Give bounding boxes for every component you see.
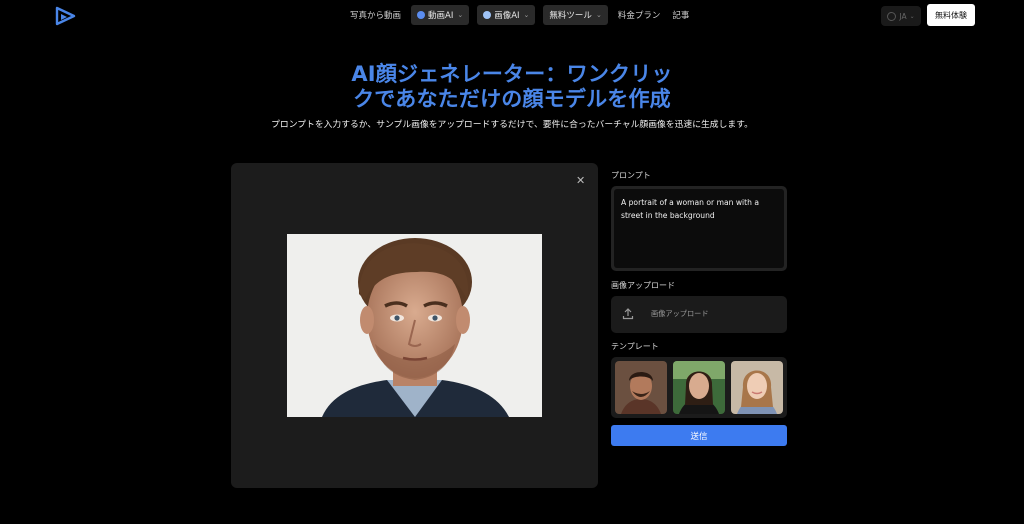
generated-face-image bbox=[287, 234, 542, 417]
upload-button-label: 画像アップロード bbox=[651, 309, 709, 318]
nav-menu: 写真から動画 動画AI ⌄ 画像AI ⌄ 無料ツール ⌄ 料金プラン 記事 bbox=[348, 5, 691, 25]
language-label: JA bbox=[899, 11, 907, 21]
nav-dropdown-free-tools[interactable]: 無料ツール ⌄ bbox=[543, 5, 608, 25]
top-nav: 写真から動画 動画AI ⌄ 画像AI ⌄ 無料ツール ⌄ 料金プラン 記事 JA… bbox=[0, 0, 1024, 32]
chevron-down-icon: ⌄ bbox=[523, 11, 530, 19]
nav-link-photo-to-video[interactable]: 写真から動画 bbox=[348, 9, 403, 21]
globe-icon bbox=[887, 11, 897, 21]
language-selector[interactable]: JA ⌄ bbox=[881, 6, 921, 26]
template-label: テンプレート bbox=[611, 342, 659, 351]
prompt-field-frame: A portrait of a woman or man with a stre… bbox=[611, 186, 787, 271]
image-icon bbox=[483, 11, 492, 19]
nav-dropdown-label: 動画AI bbox=[428, 11, 454, 21]
upload-icon bbox=[622, 308, 634, 320]
video-icon bbox=[417, 11, 426, 19]
nav-dropdown-label: 画像AI bbox=[494, 11, 520, 21]
play-logo-icon[interactable] bbox=[55, 6, 77, 26]
template-thumbnail-woman-dark[interactable] bbox=[673, 361, 725, 414]
nav-link-articles[interactable]: 記事 bbox=[670, 9, 691, 21]
chevron-down-icon: ⌄ bbox=[909, 12, 915, 20]
chevron-down-icon: ⌄ bbox=[457, 11, 464, 19]
image-upload-button[interactable]: 画像アップロード bbox=[611, 296, 787, 333]
close-icon[interactable]: ✕ bbox=[576, 174, 585, 187]
free-trial-button[interactable]: 無料体験 bbox=[927, 4, 975, 26]
upload-label: 画像アップロード bbox=[611, 281, 675, 290]
page-subtitle: プロンプトを入力するか、サンプル画像をアップロードするだけで、要件に合ったバーチ… bbox=[271, 120, 753, 130]
nav-dropdown-label: 無料ツール bbox=[549, 11, 592, 21]
nav-dropdown-image-ai[interactable]: 画像AI ⌄ bbox=[477, 5, 536, 25]
prompt-label: プロンプト bbox=[611, 171, 651, 180]
submit-button[interactable]: 送信 bbox=[611, 425, 787, 446]
page-title-line-2: クであなただけの顔モデルを作成 bbox=[353, 87, 671, 111]
page-title-line-1: AI顔ジェネレーター：ワンクリッ bbox=[351, 62, 673, 86]
page-title: AI顔ジェネレーター：ワンクリッ クであなただけの顔モデルを作成 bbox=[312, 62, 712, 112]
preview-panel: ✕ bbox=[231, 163, 598, 488]
nav-link-pricing[interactable]: 料金プラン bbox=[616, 9, 663, 21]
template-thumbnail-woman-light[interactable] bbox=[731, 361, 783, 414]
chevron-down-icon: ⌄ bbox=[595, 11, 602, 19]
nav-dropdown-video-ai[interactable]: 動画AI ⌄ bbox=[411, 5, 470, 25]
template-thumbnail-man[interactable] bbox=[615, 361, 667, 414]
prompt-textarea[interactable]: A portrait of a woman or man with a stre… bbox=[614, 189, 784, 268]
template-list bbox=[611, 357, 787, 418]
